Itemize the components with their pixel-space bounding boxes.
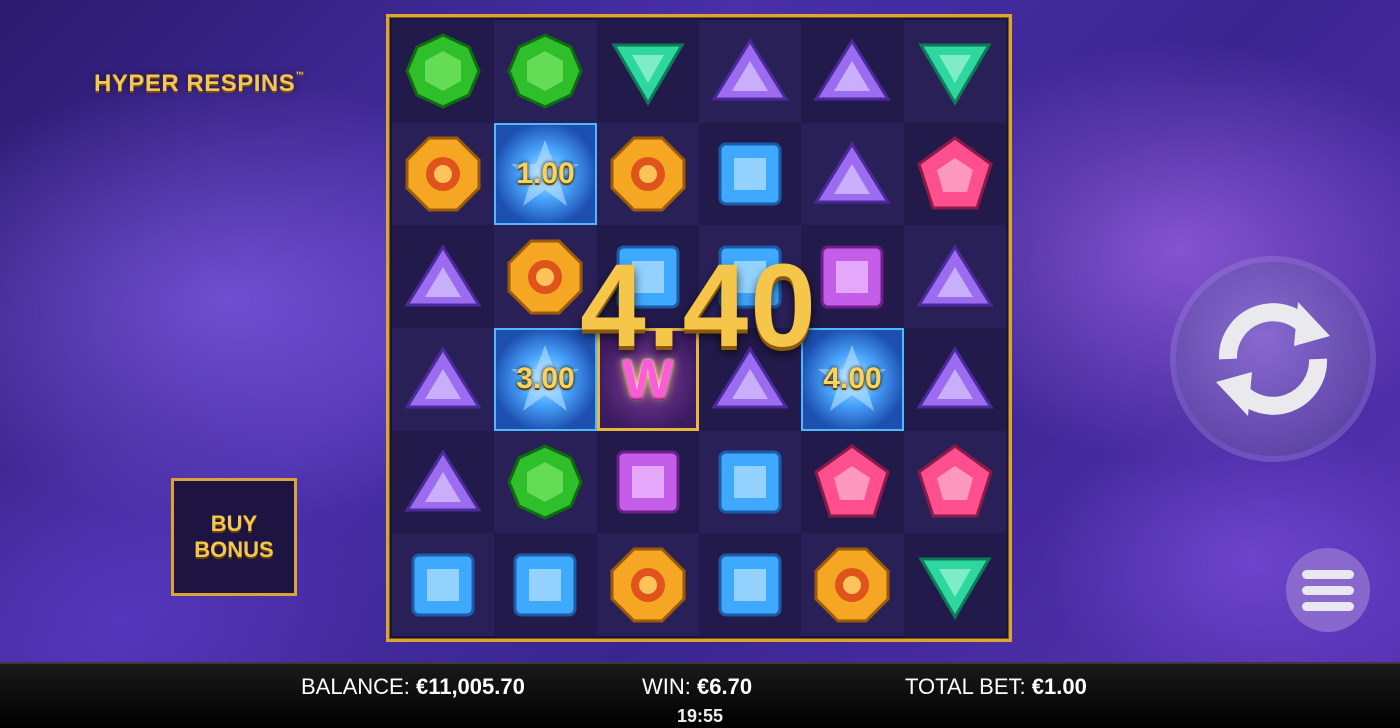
multiplier-value: 4.00 (823, 362, 882, 396)
refresh-icon (1216, 302, 1330, 416)
magenta-square-gem-icon (820, 245, 884, 309)
gem-cell-green-octagon (494, 20, 597, 123)
gem-cell-blue-square (392, 533, 495, 636)
gem-cell-pink-pentagon (801, 430, 904, 534)
gem-cell-pink-pentagon (903, 122, 1006, 226)
green-octagon-gem-icon (405, 33, 481, 109)
gem-cell-teal-triangle-down (596, 20, 699, 123)
purple-triangle-gem-icon (916, 243, 994, 307)
win-value: €6.70 (697, 674, 753, 699)
orange-octagon-gem-icon (507, 239, 583, 315)
gem-cell-blue-square (699, 430, 802, 534)
gem-cell-blue-square (699, 533, 802, 636)
green-octagon-gem-icon (507, 444, 584, 520)
spin-button[interactable] (1176, 262, 1370, 456)
magenta-square-gem-icon (616, 450, 680, 514)
gem-cell-blue-square (494, 533, 597, 636)
status-bar: BALANCE: €11,005.70 WIN: €6.70 TOTAL BET… (0, 662, 1400, 728)
total-bet-display: TOTAL BET: €1.00 (905, 674, 1087, 700)
gem-cell-purple-triangle (801, 20, 904, 123)
star-multiplier-cell: 1.00 (494, 122, 597, 226)
gem-cell-orange-octagon (596, 122, 699, 226)
gem-cell-purple-triangle (699, 20, 802, 123)
gem-cell-purple-triangle (903, 327, 1006, 431)
teal-triangle-down-gem-icon (918, 43, 992, 107)
game-logo: HYPER RESPINS™ (94, 70, 305, 98)
gem-cell-blue-square (699, 225, 802, 328)
logo-trademark: ™ (295, 70, 305, 80)
star-multiplier-cell: 4.00 (801, 327, 904, 431)
multiplier-value: 3.00 (516, 362, 575, 396)
gem-cell-purple-triangle (392, 430, 495, 534)
pink-pentagon-gem-icon (814, 444, 891, 518)
gem-cell-orange-octagon (801, 533, 904, 636)
gem-cell-purple-triangle (392, 225, 495, 328)
star-multiplier-cell: 3.00 (494, 327, 597, 431)
buy-bonus-line1: BUY (210, 511, 258, 536)
balance-label: BALANCE: (301, 674, 410, 699)
orange-octagon-gem-icon (405, 136, 481, 212)
reel-grid-frame: 1.00 3.00 W 4.00 (386, 14, 1012, 642)
orange-octagon-gem-icon (814, 547, 890, 623)
buy-bonus-button[interactable]: BUY BONUS (171, 478, 297, 596)
gem-cell-blue-square (596, 225, 699, 328)
gem-cell-green-octagon (494, 430, 597, 534)
blue-square-gem-icon (513, 553, 577, 617)
purple-triangle-gem-icon (404, 346, 482, 409)
multiplier-value: 1.00 (516, 156, 575, 190)
orange-octagon-gem-icon (610, 136, 686, 212)
logo-text: HYPER RESPINS (94, 70, 296, 97)
teal-triangle-down-gem-icon (918, 557, 992, 620)
purple-triangle-gem-icon (404, 243, 482, 307)
orange-octagon-gem-icon (610, 547, 686, 623)
pink-pentagon-gem-icon (917, 136, 993, 210)
blue-square-gem-icon (718, 450, 782, 514)
hamburger-icon (1302, 569, 1354, 579)
gem-cell-magenta-square (801, 225, 904, 328)
purple-triangle-gem-icon (404, 449, 482, 512)
hamburger-icon-bar (1302, 601, 1354, 611)
green-octagon-gem-icon (507, 33, 584, 109)
blue-square-gem-icon (718, 245, 782, 309)
gem-cell-pink-pentagon (903, 430, 1006, 534)
purple-triangle-gem-icon (813, 141, 892, 204)
reel-grid: 1.00 3.00 W 4.00 (392, 20, 1006, 636)
gem-cell-purple-triangle (903, 225, 1006, 328)
purple-triangle-gem-icon (711, 346, 789, 409)
wild-icon: W (622, 349, 674, 410)
blue-square-gem-icon (411, 553, 475, 617)
gem-cell-purple-triangle (392, 327, 495, 431)
win-display: WIN: €6.70 (642, 674, 752, 700)
blue-square-gem-icon (718, 142, 782, 206)
purple-triangle-gem-icon (813, 38, 892, 101)
gem-cell-green-octagon (392, 20, 495, 123)
balance-display: BALANCE: €11,005.70 (301, 674, 525, 700)
teal-triangle-down-gem-icon (611, 43, 685, 107)
gem-cell-orange-octagon (392, 122, 495, 226)
buy-bonus-line2: BONUS (194, 537, 274, 562)
gem-cell-magenta-square (596, 430, 699, 534)
wild-symbol-cell: W (596, 327, 699, 431)
hamburger-icon-bar (1302, 585, 1354, 595)
clock: 19:55 (676, 706, 724, 726)
total-bet-value: €1.00 (1031, 674, 1087, 699)
purple-triangle-gem-icon (916, 346, 994, 409)
total-bet-label: TOTAL BET: (905, 674, 1026, 699)
win-label: WIN: (642, 674, 691, 699)
gem-cell-orange-octagon (494, 225, 597, 328)
gem-cell-purple-triangle (801, 122, 904, 226)
gem-cell-teal-triangle-down (903, 533, 1006, 636)
blue-square-gem-icon (616, 245, 680, 309)
blue-square-gem-icon (718, 553, 782, 617)
gem-cell-orange-octagon (596, 533, 699, 636)
gem-cell-purple-triangle (699, 327, 802, 431)
menu-button[interactable] (1286, 548, 1370, 632)
gem-cell-blue-square (699, 122, 802, 226)
balance-value: €11,005.70 (415, 674, 525, 699)
pink-pentagon-gem-icon (917, 444, 993, 518)
purple-triangle-gem-icon (711, 38, 789, 101)
gem-cell-teal-triangle-down (903, 20, 1006, 123)
